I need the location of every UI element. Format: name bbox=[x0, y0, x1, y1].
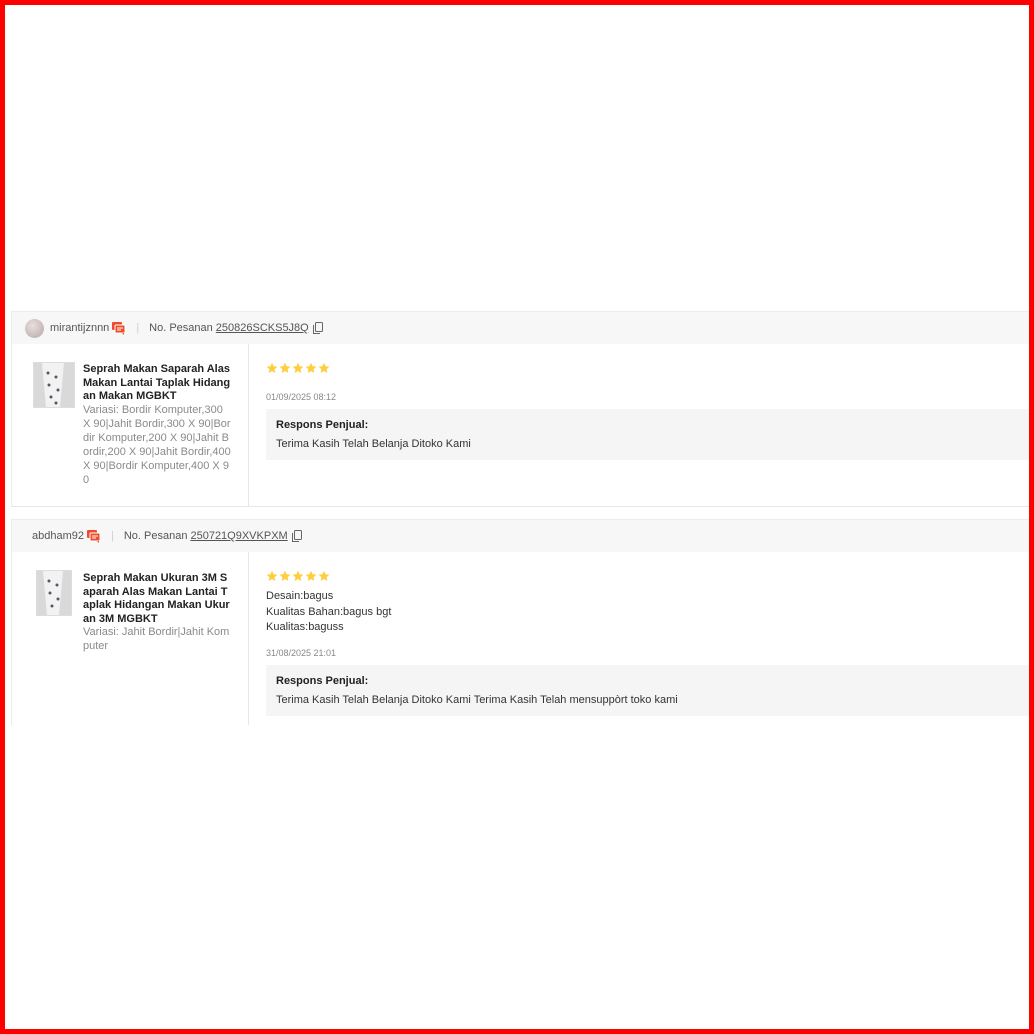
header-divider: | bbox=[136, 322, 140, 334]
star-icon bbox=[292, 362, 304, 373]
order-label: No. Pesanan bbox=[123, 530, 188, 542]
product-variation: Variasi: Bordir Komputer,300 X 90|Jahit … bbox=[83, 404, 231, 486]
star-icon bbox=[279, 570, 291, 581]
star-icon bbox=[305, 570, 317, 581]
star-icon bbox=[266, 362, 278, 373]
review-content: Desain:bagus Kualitas Bahan:bagus bgt Ku… bbox=[266, 552, 1034, 725]
star-icon bbox=[292, 570, 304, 581]
product-thumbnail[interactable] bbox=[36, 570, 72, 616]
buyer-username[interactable]: abdham92 bbox=[32, 530, 84, 542]
order-number-link[interactable]: 250721Q9XVKPXM bbox=[190, 530, 287, 542]
review-date: 31/08/2025 21:01 bbox=[266, 648, 337, 658]
review-date: 01/09/2025 08:12 bbox=[266, 392, 337, 402]
product-name[interactable]: Seprah Makan Saparah Alas Makan Lantai T… bbox=[83, 363, 231, 404]
seller-response: Respons Penjual: Terima Kasih Telah Bela… bbox=[266, 409, 1034, 460]
review-header: abdham92 | No. Pesanan 250721Q9XVKPXM bbox=[12, 519, 1034, 552]
star-icon bbox=[279, 362, 291, 373]
review-content: 01/09/2025 08:12 Respons Penjual: Terima… bbox=[266, 344, 1034, 506]
avatar[interactable] bbox=[25, 318, 44, 338]
review-comment: Desain:bagus Kualitas Bahan:bagus bgt Ku… bbox=[266, 589, 391, 636]
order-label: No. Pesanan bbox=[149, 322, 213, 334]
product-variation: Variasi: Jahit Bordir|Jahit Komputer bbox=[83, 626, 230, 652]
chat-bubble-icon[interactable] bbox=[87, 529, 101, 543]
order-number-link[interactable]: 250826SCKS5J8Q bbox=[216, 322, 309, 334]
header-divider: | bbox=[111, 530, 114, 542]
star-icon bbox=[305, 362, 317, 373]
response-text: Terima Kasih Telah Belanja Ditoko Kami bbox=[276, 438, 471, 450]
screenshot-frame bbox=[0, 0, 1034, 1034]
product-name[interactable]: Seprah Makan Ukuran 3M Saparah Alas Maka… bbox=[83, 572, 231, 626]
rating-stars bbox=[266, 362, 330, 374]
buyer-username[interactable]: mirantijznnn bbox=[50, 322, 109, 334]
product-info: Seprah Makan Ukuran 3M Saparah Alas Maka… bbox=[12, 552, 249, 725]
product-info: Seprah Makan Saparah Alas Makan Lantai T… bbox=[12, 344, 249, 506]
star-icon bbox=[318, 362, 330, 373]
review-card: mirantijznnn | No. Pesanan 250826SCKS5J8… bbox=[11, 311, 1034, 507]
comment-line: Kualitas Bahan:bagus bgt bbox=[266, 605, 392, 618]
seller-response: Respons Penjual: Terima Kasih Telah Bela… bbox=[266, 665, 1034, 716]
review-header: mirantijznnn | No. Pesanan 250826SCKS5J8… bbox=[12, 311, 1034, 344]
comment-line: Desain:bagus bbox=[266, 590, 334, 602]
comment-line: Kualitas:baguss bbox=[266, 621, 344, 633]
star-icon bbox=[266, 570, 278, 581]
rating-stars bbox=[266, 570, 330, 582]
response-title: Respons Penjual: bbox=[276, 419, 369, 431]
chat-bubble-icon[interactable] bbox=[112, 321, 126, 335]
product-thumbnail[interactable] bbox=[33, 362, 75, 408]
response-title: Respons Penjual: bbox=[276, 675, 369, 687]
copy-icon[interactable] bbox=[312, 322, 323, 334]
star-icon bbox=[318, 570, 330, 581]
copy-icon[interactable] bbox=[291, 530, 302, 542]
review-card: abdham92 | No. Pesanan 250721Q9XVKPXM Se… bbox=[11, 519, 1034, 725]
response-text: Terima Kasih Telah Belanja Ditoko Kami T… bbox=[276, 694, 678, 706]
